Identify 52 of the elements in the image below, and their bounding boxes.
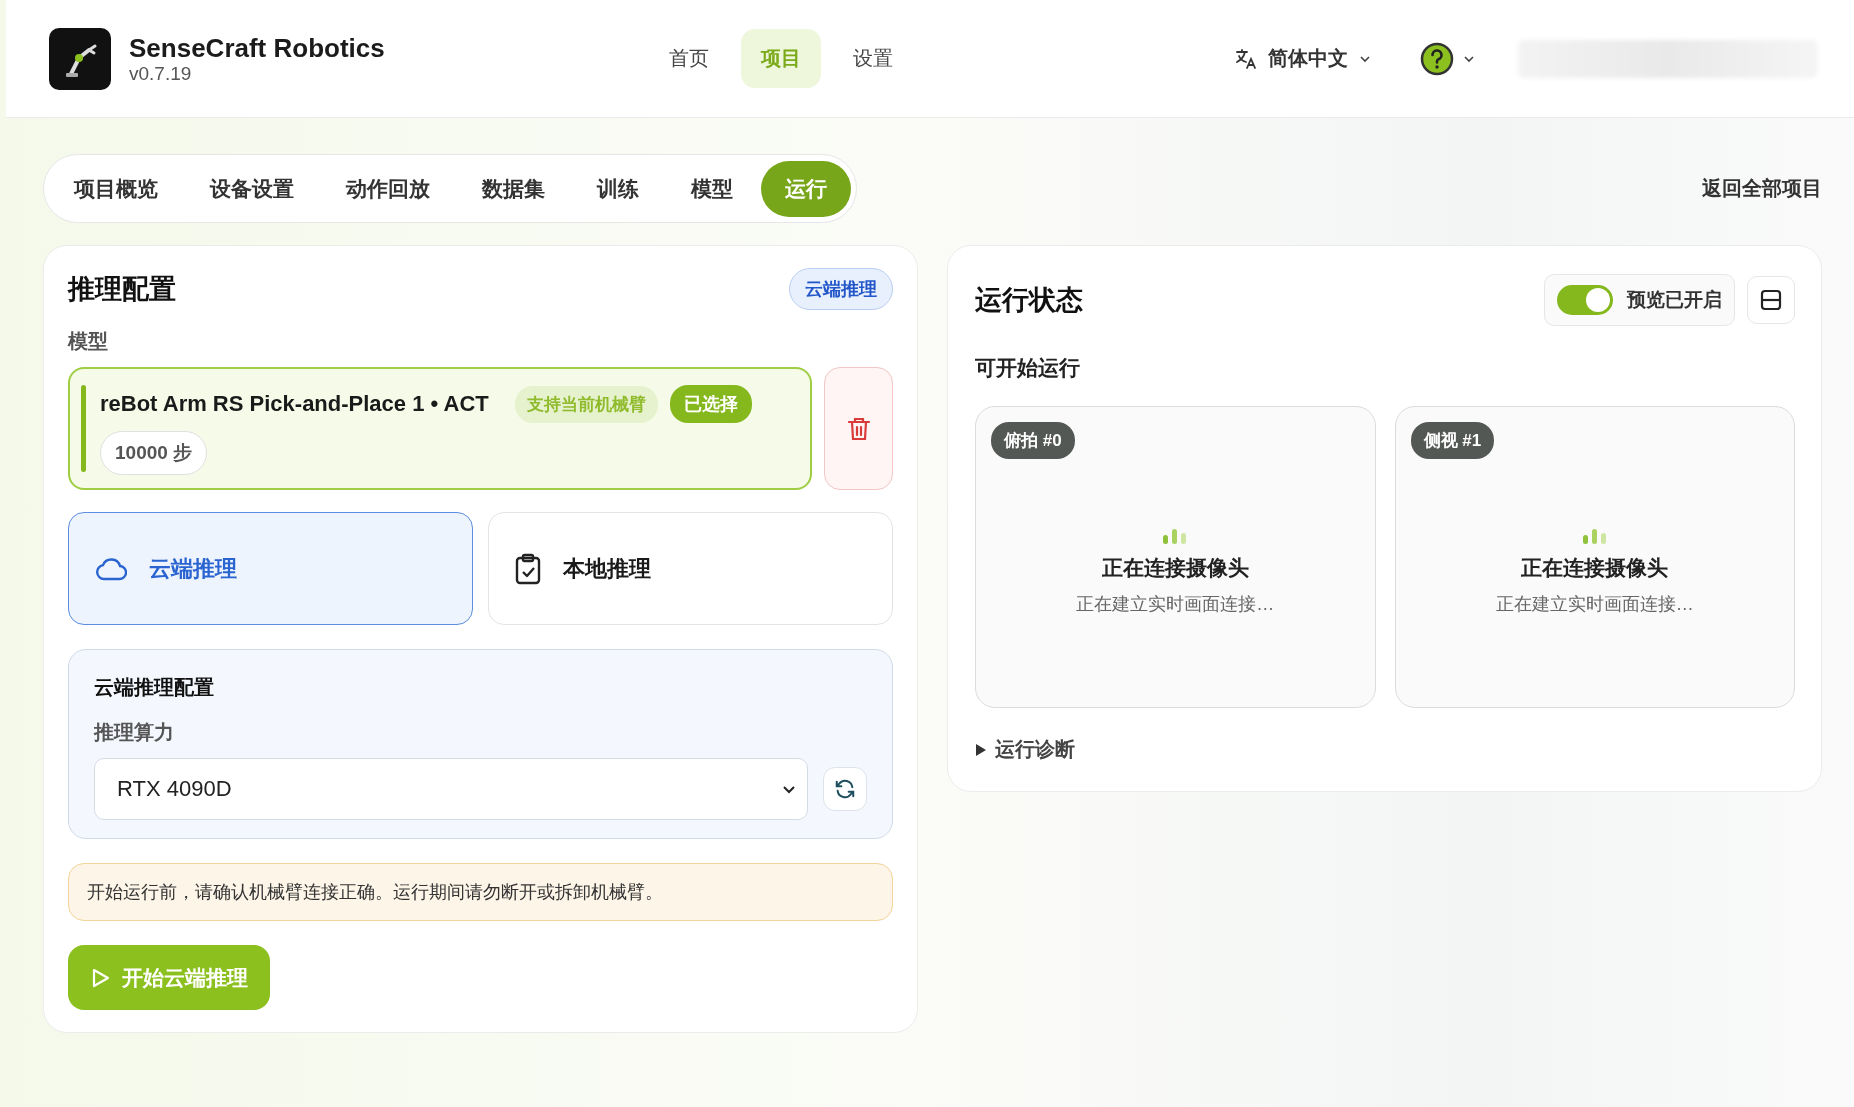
camera-tag: 侧视 #1 [1410,422,1495,459]
refresh-button[interactable] [823,767,867,811]
nav-link[interactable]: 首页 [649,29,729,88]
status-text: 可开始运行 [975,355,1081,381]
app-version: v0.7.19 [129,62,193,85]
project-tab[interactable]: 设备设置 [186,160,318,217]
cloud-icon [95,556,127,581]
toggle-switch[interactable] [1557,285,1613,315]
loading-bars-icon [1162,528,1189,544]
nav-link[interactable]: 设置 [833,29,913,88]
clipboard-check-icon [515,552,541,585]
compute-select[interactable]: RTX 4090D [94,758,808,820]
steps-badge: 10000 步 [100,431,208,475]
inference-mode-option[interactable]: 本地推理 [488,512,893,625]
back-link[interactable]: 返回全部项目 [1702,175,1822,202]
split-layout-icon [1760,289,1782,311]
robot-arm-logo [49,27,111,90]
model-card[interactable]: reBot Arm RS Pick-and-Place 1 • ACT 支持当前机械臂 已选择 10000 步 [68,367,812,490]
warning-message: 开始运行前，请确认机械臂连接正确。运行期间请勿断开或拆卸机械臂。 [68,863,893,921]
loading-bars-icon [1581,528,1608,544]
preview-toggle[interactable]: 预览已开启 [1544,274,1735,326]
diagnostics-toggle[interactable]: 运行诊断 [975,736,1075,763]
mode-badge: 云端推理 [789,268,893,310]
refresh-icon [834,778,856,800]
field-label: 模型 [68,329,109,354]
delete-button[interactable] [824,367,893,490]
field-label: 推理算力 [94,720,175,745]
support-badge: 支持当前机械臂 [514,385,658,423]
camera-tag: 俯拍 #0 [991,422,1075,459]
panel-title: 云端推理配置 [94,675,215,700]
camera-status-title: 正在连接摄像头 [1101,555,1249,581]
project-tab[interactable]: 动作回放 [322,160,454,217]
model-name: reBot Arm RS Pick-and-Place 1 • ACT [100,391,489,417]
help-icon [1420,41,1454,76]
caret-icon [975,742,987,757]
trash-icon [846,415,871,442]
layout-button[interactable] [1747,276,1795,324]
project-tab[interactable]: 项目概览 [50,160,182,217]
project-tab[interactable]: 训练 [573,160,663,217]
section-title: 运行状态 [975,284,1083,317]
project-tab[interactable]: 数据集 [458,160,569,217]
app-name: SenseCraft Robotics [129,32,386,63]
inference-mode-option[interactable]: 云端推理 [68,512,473,625]
camera-status-subtitle: 正在建立实时画面连接… [1495,593,1694,616]
camera-status-title: 正在连接摄像头 [1521,555,1669,581]
project-tab[interactable]: 模型 [667,160,757,217]
play-icon [92,967,110,988]
section-title: 推理配置 [68,273,176,306]
translate-icon [1234,46,1258,71]
camera-status-subtitle: 正在建立实时画面连接… [1076,593,1275,616]
selected-badge: 已选择 [669,385,752,423]
language-selector[interactable]: 简体中文 [1228,44,1378,73]
